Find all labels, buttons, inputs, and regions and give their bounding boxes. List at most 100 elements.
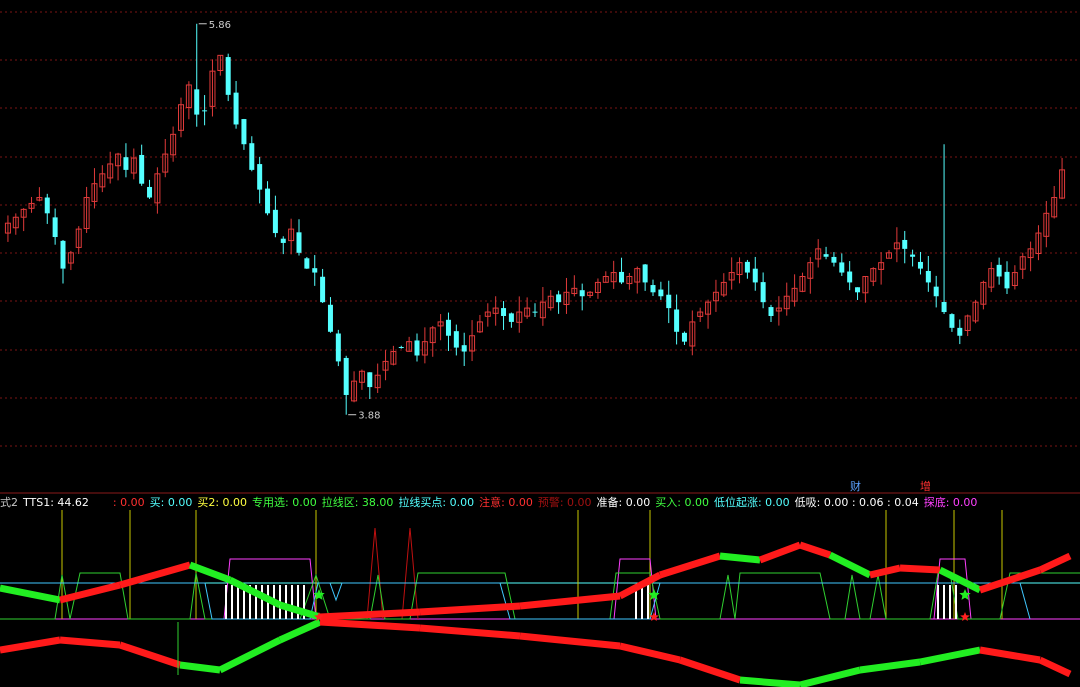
candle-body [233, 92, 239, 125]
candle-body [335, 333, 341, 362]
candle-body [225, 57, 231, 95]
finance-badge-label: 财 [850, 480, 861, 493]
candle-body [52, 217, 58, 238]
price-chart[interactable]: 5.86 3.88 [0, 0, 1080, 687]
lower-wave-segment [1038, 656, 1072, 678]
candle-body [760, 282, 766, 303]
signal-dot [960, 612, 970, 621]
candle-body [508, 313, 514, 322]
candle-body [917, 261, 923, 269]
legend-item: 买入: 0.00 [655, 496, 709, 509]
legend-item: 低位起涨: 0.00 [713, 496, 790, 509]
lower-wave-segment [619, 642, 681, 664]
candle-body [839, 262, 845, 273]
legend-item: 准备: 0.00 [596, 496, 651, 509]
candle-body [501, 308, 507, 316]
increase-badge[interactable]: 增 [917, 480, 934, 494]
candle-body [642, 264, 648, 283]
candle-body [949, 314, 955, 328]
candle-body [556, 294, 562, 303]
candle-body [831, 256, 837, 263]
upper-wave-segment [828, 551, 872, 579]
upper-wave-segment [519, 592, 621, 610]
legend-item: 专用选: 0.00 [252, 496, 317, 509]
candle-body [304, 258, 310, 269]
lower-wave-segment [419, 624, 521, 640]
increase-badge-label: 增 [920, 480, 931, 493]
candle-body [453, 331, 459, 348]
candle-body [752, 268, 758, 283]
candle-body [139, 154, 145, 184]
candle-body [666, 294, 672, 309]
candle-body [312, 268, 318, 273]
legend-item: 拉线买点: 0.00 [398, 496, 475, 509]
candle-body [147, 186, 153, 198]
candle-body [532, 311, 538, 313]
legend-item: 探底: 0.00 [923, 496, 978, 509]
lower-wave-segment [919, 646, 981, 666]
candle-body [823, 254, 829, 257]
legend-item: TTS1: 44.62 [23, 496, 89, 509]
lower-wave-segment [519, 632, 621, 650]
upper-wave-segment [658, 552, 722, 579]
legend-item: 拉线区: 38.00 [321, 496, 394, 509]
candle-body [398, 347, 404, 349]
lower-wave-segment [59, 636, 121, 649]
legend-item: 买: 0.00 [149, 496, 193, 509]
candle-body [674, 309, 680, 332]
warning-peak [366, 527, 384, 620]
candle-body [902, 239, 908, 249]
candle-body [847, 271, 853, 283]
signal-dot [649, 612, 659, 621]
warning-peak [401, 527, 419, 620]
candle-body [957, 327, 963, 336]
upper-wave-segment [869, 564, 901, 579]
candle-body [343, 357, 349, 395]
lower-wave-segment [979, 646, 1041, 664]
finance-badge[interactable]: 财 [847, 480, 864, 494]
candle-body [768, 307, 774, 316]
upper-wave-segment [0, 584, 61, 604]
upper-wave-segment [1038, 552, 1072, 574]
candle-body [445, 319, 451, 336]
lower-wave-segment [278, 618, 322, 644]
candle-body [257, 164, 263, 190]
candle-body [681, 332, 687, 342]
lower-wave-segment [859, 658, 921, 674]
lower-wave-segment [319, 618, 421, 632]
candle-body [194, 89, 200, 115]
lower-wave-segment [678, 656, 742, 684]
candle-body [265, 188, 271, 214]
candle-body [280, 238, 286, 243]
candle-body [579, 290, 585, 297]
lower-wave-segment [799, 666, 861, 687]
candle-body [60, 240, 66, 269]
upper-wave-segment [758, 541, 802, 564]
lower-wave-segment [0, 636, 61, 654]
candle-body [650, 285, 656, 293]
candle-body [933, 286, 939, 297]
stock-chart-window: 5.86 3.88 财 增 式2 TTS1: 44.62: 0.00 买: 0.00 买… [0, 0, 1080, 687]
upper-wave-segment [798, 541, 832, 559]
candle-body [296, 232, 302, 253]
upper-wave-segment [419, 602, 521, 616]
upper-wave-segment [899, 564, 941, 574]
candle-body [855, 287, 861, 293]
candle-body [744, 261, 750, 273]
candle-body [461, 345, 467, 352]
candle-body [202, 110, 208, 112]
upper-wave-segment [59, 581, 121, 604]
candle-body [1004, 271, 1010, 289]
candle-body [941, 302, 947, 313]
legend-item: 低吸: 0.00 : 0.06 : 0.04 [794, 496, 919, 509]
legend-item: 注意: 0.00 [479, 496, 533, 509]
high-price-label: 5.86 [209, 20, 231, 31]
candle-body [658, 289, 664, 297]
candle-body [44, 197, 50, 214]
candle-body [619, 271, 625, 283]
candle-body [241, 119, 247, 145]
upper-wave-segment [938, 566, 982, 594]
candle-body [327, 304, 333, 332]
legend-item: 预警: 0.00 [537, 496, 592, 509]
candle-body [414, 340, 420, 356]
